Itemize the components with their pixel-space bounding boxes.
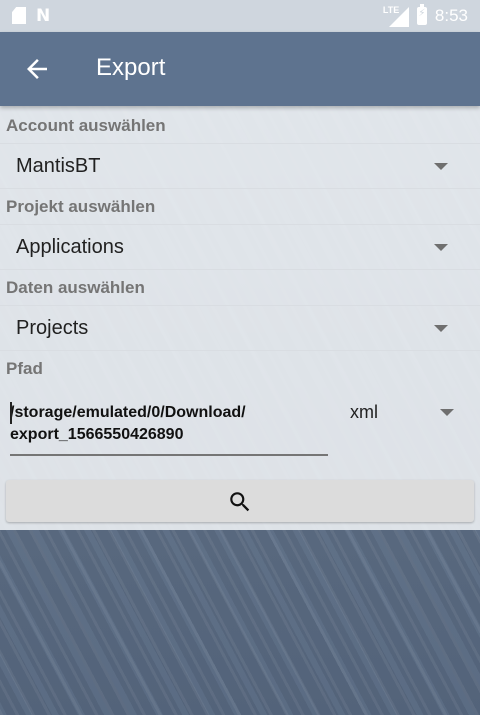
toolbar: Export bbox=[0, 32, 480, 106]
account-label: Account auswählen bbox=[6, 116, 166, 135]
path-input[interactable]: /storage/emulated/0/Download/ export_156… bbox=[10, 402, 328, 456]
page-title: Export bbox=[96, 54, 166, 81]
path-label: Pfad bbox=[6, 359, 43, 378]
n-icon: N bbox=[36, 6, 51, 26]
account-value: MantisBT bbox=[16, 155, 101, 177]
format-spinner[interactable]: xml bbox=[350, 400, 470, 432]
project-label: Projekt auswählen bbox=[6, 197, 156, 216]
account-spinner[interactable]: MantisBT bbox=[0, 143, 480, 189]
project-spinner[interactable]: Applications bbox=[0, 224, 480, 270]
dropdown-caret-icon bbox=[440, 409, 454, 416]
search-button[interactable] bbox=[6, 480, 474, 522]
battery-charging-icon bbox=[416, 4, 427, 25]
project-value: Applications bbox=[16, 236, 124, 258]
lte-signal-icon: LTE bbox=[383, 5, 409, 27]
path-value: /storage/emulated/0/Download/ export_156… bbox=[10, 404, 246, 443]
dropdown-caret-icon bbox=[434, 244, 448, 251]
data-spinner[interactable]: Projects bbox=[0, 305, 480, 351]
text-cursor bbox=[10, 402, 12, 424]
export-form: Account auswählen MantisBT Projekt auswä… bbox=[0, 106, 480, 530]
status-bar: N LTE 8:53 bbox=[0, 0, 480, 32]
back-button[interactable] bbox=[22, 54, 52, 84]
sd-card-icon bbox=[12, 7, 26, 24]
search-icon bbox=[230, 492, 250, 512]
status-time: 8:53 bbox=[434, 6, 468, 25]
data-label: Daten auswählen bbox=[6, 278, 145, 297]
dropdown-caret-icon bbox=[434, 163, 448, 170]
data-value: Projects bbox=[16, 317, 89, 339]
dropdown-caret-icon bbox=[434, 325, 448, 332]
format-value: xml bbox=[350, 402, 378, 422]
arrow-left-icon bbox=[27, 59, 47, 79]
